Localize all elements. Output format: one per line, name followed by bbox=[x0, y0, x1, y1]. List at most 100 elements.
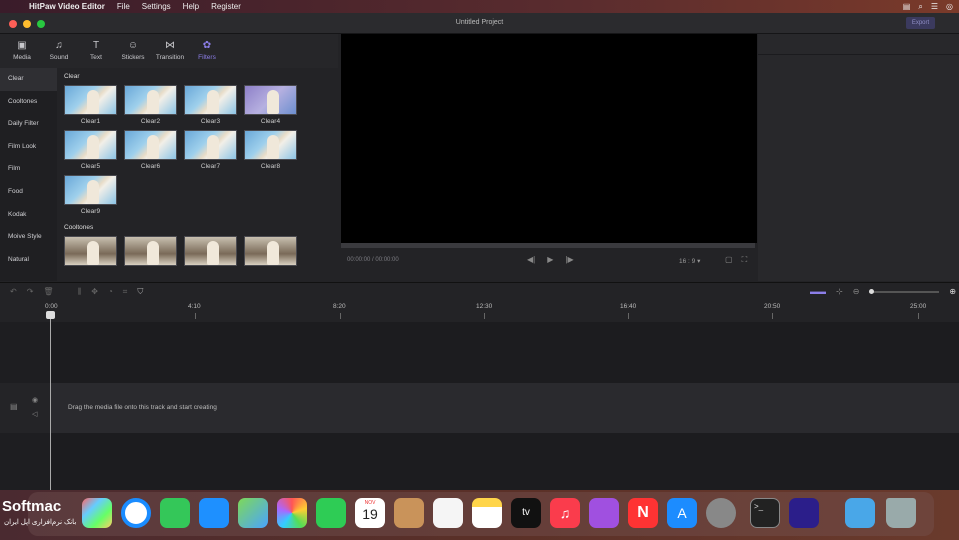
category-item[interactable]: Moive Style bbox=[0, 226, 57, 249]
transition-icon: ⋈ bbox=[165, 40, 175, 51]
siri-icon[interactable]: ◎ bbox=[946, 2, 953, 11]
step-forward-icon[interactable]: |▶ bbox=[565, 255, 573, 264]
filter-thumbnail[interactable]: Clear8 bbox=[244, 130, 297, 170]
category-item[interactable]: Clear bbox=[0, 68, 57, 91]
contacts-icon[interactable] bbox=[394, 498, 424, 528]
filter-preview-image bbox=[64, 175, 117, 205]
window-title: Untitled Project bbox=[455, 19, 504, 26]
move-icon[interactable]: ✥ bbox=[91, 287, 98, 297]
spotlight-icon[interactable]: ⌕ bbox=[918, 2, 922, 12]
podcasts-icon[interactable] bbox=[589, 498, 619, 528]
redo-icon[interactable]: ↷ bbox=[27, 287, 34, 297]
safari-icon[interactable] bbox=[121, 498, 151, 528]
notes-icon[interactable] bbox=[472, 498, 502, 528]
filter-thumbnail[interactable]: Clear7 bbox=[184, 130, 237, 170]
appletv-icon[interactable]: tv bbox=[511, 498, 541, 528]
tab-filters[interactable]: ✿ Filters bbox=[189, 34, 225, 68]
filter-thumbnail[interactable] bbox=[64, 236, 117, 266]
maps-icon[interactable] bbox=[238, 498, 268, 528]
step-back-icon[interactable]: ◀| bbox=[527, 255, 535, 264]
category-item[interactable]: Food bbox=[0, 181, 57, 204]
delete-icon[interactable]: 🗑 bbox=[43, 287, 53, 297]
system-preferences-icon[interactable] bbox=[706, 498, 736, 528]
playhead-handle[interactable] bbox=[46, 311, 55, 319]
messages-icon[interactable] bbox=[160, 498, 190, 528]
menu-settings[interactable]: Settings bbox=[142, 2, 171, 11]
split-icon[interactable]: ⫼ bbox=[78, 287, 82, 297]
filter-thumbnail[interactable] bbox=[244, 236, 297, 266]
downloads-folder-icon[interactable] bbox=[845, 498, 875, 528]
filter-categories: Clear Cooltones Daily Filter Film Look F… bbox=[0, 68, 57, 281]
playhead[interactable] bbox=[50, 311, 51, 490]
facetime-icon[interactable] bbox=[316, 498, 346, 528]
filter-thumbnail[interactable]: Clear6 bbox=[124, 130, 177, 170]
eye-icon[interactable]: ◉ bbox=[32, 396, 38, 404]
menu-help[interactable]: Help bbox=[183, 2, 199, 11]
app-menu[interactable]: HitPaw Video Editor bbox=[29, 2, 105, 11]
filter-thumbnail[interactable]: Clear3 bbox=[184, 85, 237, 125]
undo-icon[interactable]: ↶ bbox=[10, 287, 17, 297]
video-preview[interactable] bbox=[341, 34, 757, 256]
ruler-tick-label: 20:50 bbox=[764, 303, 781, 310]
marker-icon[interactable]: ⛉ bbox=[137, 287, 143, 297]
tab-media[interactable]: ▣ Media bbox=[4, 34, 40, 68]
hitpaw-icon[interactable] bbox=[789, 498, 819, 528]
progress-track[interactable] bbox=[341, 243, 755, 248]
tab-stickers[interactable]: ☺ Stickers bbox=[115, 34, 151, 68]
speed-icon[interactable]: ◔ bbox=[108, 287, 113, 297]
section-title: Cooltones bbox=[64, 224, 94, 231]
filter-thumbnail[interactable] bbox=[184, 236, 237, 266]
menu-bar: HitPaw Video Editor File Settings Help R… bbox=[0, 0, 959, 13]
track-toggle-icon[interactable]: ▬▬ bbox=[810, 287, 826, 296]
filter-thumbnail[interactable]: Clear2 bbox=[124, 85, 177, 125]
launchpad-icon[interactable] bbox=[82, 498, 112, 528]
keyboard-icon[interactable]: ▤ bbox=[903, 2, 911, 11]
zoom-in-icon[interactable]: ⊕ bbox=[949, 287, 956, 296]
category-item[interactable]: Film Look bbox=[0, 136, 57, 159]
export-button[interactable]: Export bbox=[906, 17, 935, 29]
zoom-out-icon[interactable]: ⊖ bbox=[853, 287, 860, 296]
speaker-icon[interactable]: ◁ bbox=[32, 410, 37, 418]
mail-icon[interactable] bbox=[199, 498, 229, 528]
main-track-header: ▤ ◉ ◁ bbox=[0, 383, 51, 433]
timeline-toolbar: ↶ ↷ 🗑 ⫼ ✥ ◔ ⌗ ⛉ ▬▬ ⊹ ⊖ ⊕ bbox=[0, 282, 959, 300]
trash-icon[interactable] bbox=[886, 498, 916, 528]
category-item[interactable]: Cooltones bbox=[0, 91, 57, 114]
menu-register[interactable]: Register bbox=[211, 2, 241, 11]
snapshot-icon[interactable]: ▢ bbox=[725, 255, 733, 265]
filter-preview-image bbox=[124, 85, 177, 115]
fit-icon[interactable]: ⊹ bbox=[836, 287, 843, 296]
category-item[interactable]: Kodak bbox=[0, 204, 57, 227]
filter-thumbnail[interactable]: Clear9 bbox=[64, 175, 117, 215]
category-item[interactable]: Natural bbox=[0, 249, 57, 272]
play-icon[interactable]: ▶ bbox=[547, 255, 553, 264]
control-center-icon[interactable]: ☰ bbox=[931, 2, 938, 11]
music-icon[interactable]: ♫ bbox=[550, 498, 580, 528]
appstore-icon[interactable]: A bbox=[667, 498, 697, 528]
menu-file[interactable]: File bbox=[117, 2, 130, 11]
filter-thumbnail[interactable]: Clear1 bbox=[64, 85, 117, 125]
dock: NOV 19 tv ♫ N A >_ Softmac بانک نرم‌افزار… bbox=[0, 490, 959, 540]
tab-transition[interactable]: ⋈ Transition bbox=[152, 34, 188, 68]
tab-sound[interactable]: ♫ Sound bbox=[41, 34, 77, 68]
zoom-slider[interactable] bbox=[869, 288, 940, 294]
category-item[interactable]: Film bbox=[0, 158, 57, 181]
filter-thumbnail[interactable]: Clear4 bbox=[244, 85, 297, 125]
fullscreen-icon[interactable]: ⛶ bbox=[742, 255, 748, 265]
terminal-icon[interactable]: >_ bbox=[750, 498, 780, 528]
calendar-icon[interactable]: NOV 19 bbox=[355, 498, 385, 528]
aspect-ratio-select[interactable]: 16 : 9 ▾ bbox=[679, 257, 700, 265]
tab-text[interactable]: T Text bbox=[78, 34, 114, 68]
tool-tabs: ▣ Media ♫ Sound T Text ☺ Stickers ⋈ Transitio… bbox=[0, 34, 338, 68]
filter-thumbnail[interactable] bbox=[124, 236, 177, 266]
filter-thumbnail[interactable]: Clear5 bbox=[64, 130, 117, 170]
time-display: 00:00:00 / 00:00:00 bbox=[347, 257, 399, 263]
crop-icon[interactable]: ⌗ bbox=[123, 287, 128, 297]
main-video-track[interactable]: Drag the media file onto this track and … bbox=[51, 383, 959, 433]
reminders-icon[interactable] bbox=[433, 498, 463, 528]
news-icon[interactable]: N bbox=[628, 498, 658, 528]
photos-icon[interactable] bbox=[277, 498, 307, 528]
category-item[interactable]: Daily Filter bbox=[0, 113, 57, 136]
filter-preview-image bbox=[64, 236, 117, 266]
timeline-ruler[interactable]: 0:00 4:10 8:20 12:30 16:40 20:50 25:00 bbox=[0, 300, 959, 322]
